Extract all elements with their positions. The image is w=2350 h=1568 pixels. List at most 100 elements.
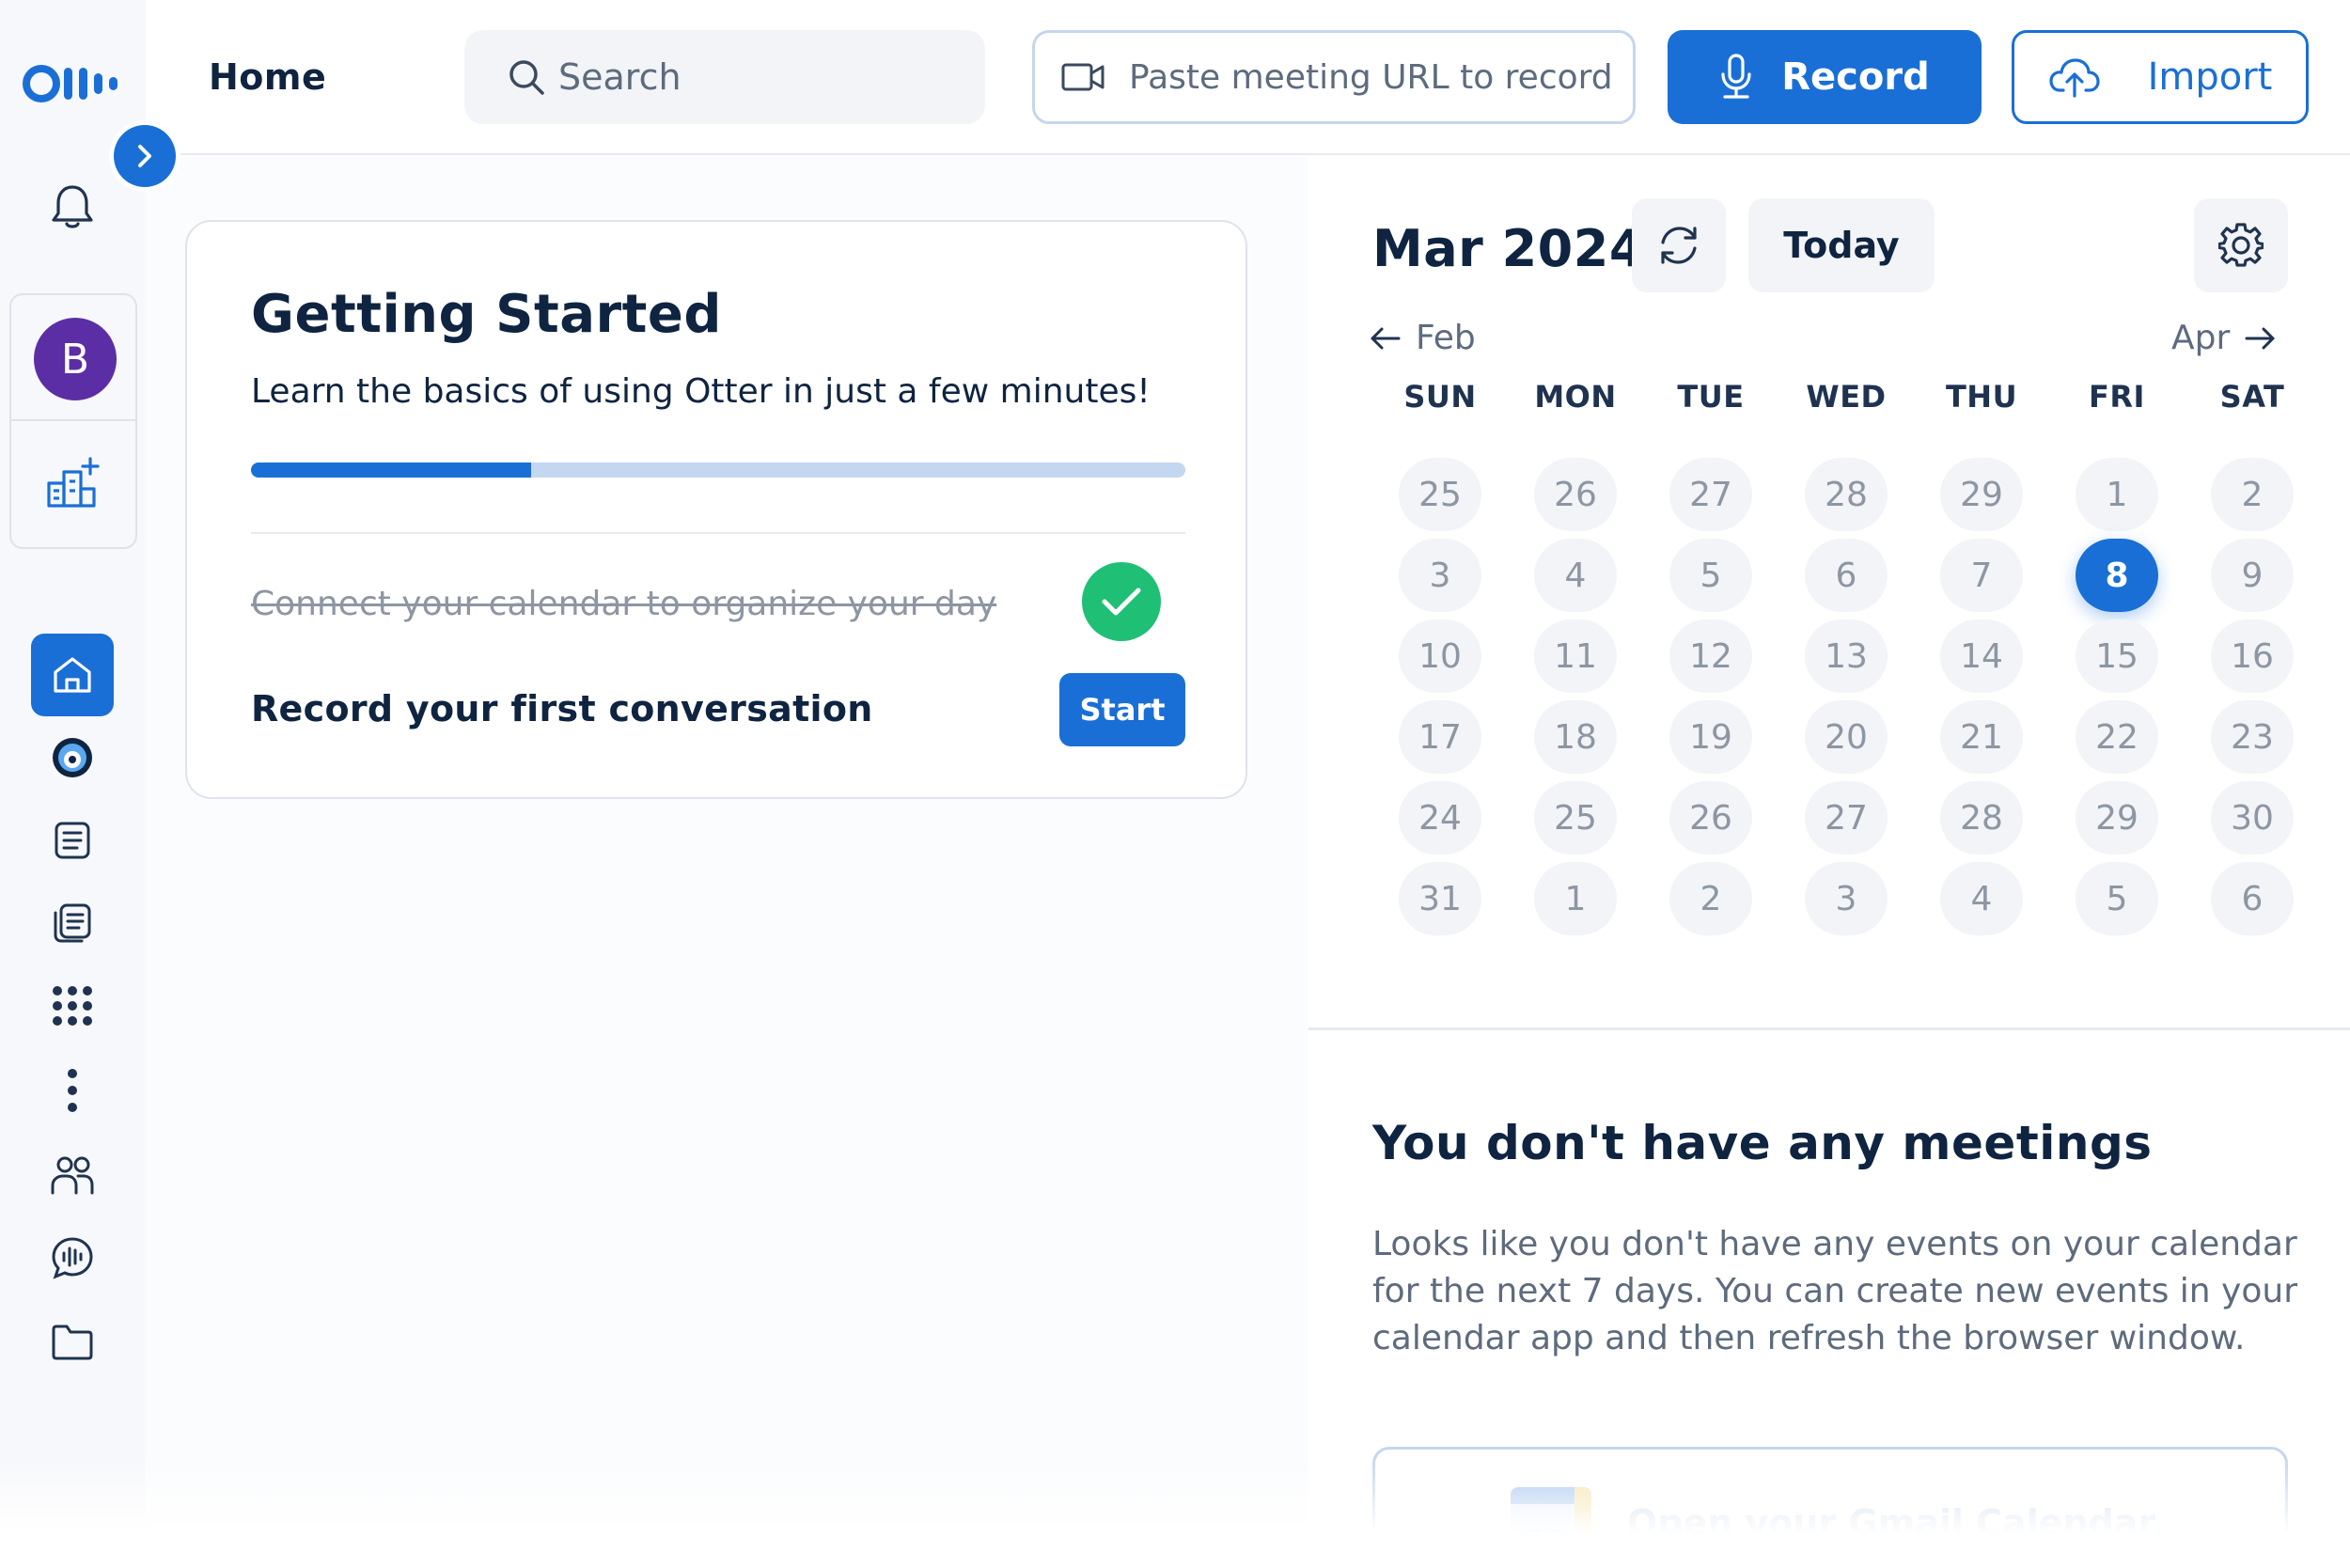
otter-logo[interactable] [23, 62, 126, 105]
import-button[interactable]: Import [2012, 30, 2309, 124]
calendar-settings-button[interactable] [2194, 198, 2288, 292]
calendar-day[interactable]: 3 [1805, 862, 1888, 935]
refresh-icon [1661, 227, 1697, 264]
calendar-grid: 25 26 27 28 29 1 2 3 4 5 6 7 8 9 10 11 12 13 14 15 16 17 18 19 2… [1372, 458, 2320, 943]
sidebar-item-more[interactable] [30, 1053, 115, 1128]
avatar[interactable]: B [34, 318, 117, 400]
video-camera-icon [1061, 63, 1104, 91]
previous-month-label: Feb [1416, 319, 1476, 357]
record-button-label: Record [1781, 55, 1930, 99]
page-title: Home [209, 56, 327, 98]
calendar-day[interactable]: 29 [2076, 781, 2158, 855]
calendar-day-selected[interactable]: 8 [2076, 539, 2158, 612]
calendar-day[interactable]: 19 [1669, 700, 1752, 774]
sidebar-item-conversations[interactable] [30, 886, 115, 961]
workspace-box: B [9, 293, 137, 549]
calendar-day[interactable]: 28 [1940, 781, 2023, 855]
next-month-link[interactable]: Apr [2171, 319, 2277, 357]
calendar-day[interactable]: 6 [1805, 539, 1888, 612]
expand-sidebar-button[interactable] [114, 125, 176, 187]
weekday-label: THU [1945, 379, 2018, 415]
calendar-day[interactable]: 15 [2076, 619, 2158, 693]
calendar-day[interactable]: 27 [1805, 781, 1888, 855]
calendar-day[interactable]: 21 [1940, 700, 2023, 774]
calendar-day[interactable]: 2 [1669, 862, 1752, 935]
avatar-letter: B [60, 335, 90, 384]
getting-started-subtitle: Learn the basics of using Otter in just … [251, 372, 1151, 411]
calendar-day[interactable]: 18 [1534, 700, 1617, 774]
calendar-day[interactable]: 29 [1940, 458, 2023, 531]
calendar-day[interactable]: 12 [1669, 619, 1752, 693]
sidebar-item-contacts[interactable] [30, 1137, 115, 1213]
more-vertical-icon [68, 1069, 77, 1112]
weekday-label: WED [1806, 379, 1887, 415]
apps-grid-icon [53, 986, 92, 1026]
no-meetings-description: Looks like you don't have any events on … [1372, 1225, 2297, 1357]
calendar-day[interactable]: 2 [2211, 458, 2294, 531]
calendar-day[interactable]: 17 [1399, 700, 1481, 774]
record-button[interactable]: Record [1668, 30, 1982, 124]
calendar-day[interactable]: 4 [1534, 539, 1617, 612]
calendar-day[interactable]: 25 [1399, 458, 1481, 531]
weekday-label: TUE [1677, 379, 1745, 415]
workspace-add-icon[interactable] [45, 457, 102, 513]
calendar-day[interactable]: 16 [2211, 619, 2294, 693]
calendar-day[interactable]: 9 [2211, 539, 2294, 612]
import-button-label: Import [2147, 55, 2273, 99]
calendar-day[interactable]: 25 [1534, 781, 1617, 855]
calendar-day[interactable]: 27 [1669, 458, 1752, 531]
calendar-day[interactable]: 28 [1805, 458, 1888, 531]
search-input[interactable] [558, 56, 953, 98]
sidebar-item-channels[interactable] [30, 1220, 115, 1295]
open-gmail-calendar-label: Open your Gmail Calendar [1627, 1502, 2156, 1544]
calendar-day[interactable]: 13 [1805, 619, 1888, 693]
calendar-day[interactable]: 5 [1669, 539, 1752, 612]
calendar-day[interactable]: 1 [2076, 458, 2158, 531]
calendar-day[interactable]: 4 [1940, 862, 2023, 935]
open-gmail-calendar-button[interactable]: 31 Open your Gmail Calendar [1372, 1447, 2288, 1568]
calendar-day[interactable]: 26 [1534, 458, 1617, 531]
previous-month-link[interactable]: Feb [1369, 319, 1476, 357]
sidebar-item-otter-chat[interactable] [30, 720, 115, 795]
start-button[interactable]: Start [1059, 673, 1185, 746]
gear-icon [2218, 223, 2264, 267]
meeting-url-box[interactable] [1032, 30, 1636, 124]
sidebar-item-home[interactable] [31, 634, 114, 716]
calendar-day[interactable]: 14 [1940, 619, 2023, 693]
getting-started-title: Getting Started [251, 284, 722, 345]
task-record-conversation: Record your first conversation [251, 688, 873, 729]
search-box[interactable] [464, 30, 985, 124]
calendar-day[interactable]: 30 [2211, 781, 2294, 855]
refresh-button[interactable] [1632, 198, 1726, 292]
panel-divider [1308, 1027, 2350, 1030]
calendar-day[interactable]: 20 [1805, 700, 1888, 774]
sidebar-item-notes[interactable] [30, 803, 115, 878]
getting-started-card: Getting Started Learn the basics of usin… [185, 220, 1247, 799]
calendar-day[interactable]: 3 [1399, 539, 1481, 612]
calendar-day[interactable]: 7 [1940, 539, 2023, 612]
calendar-day[interactable]: 5 [2076, 862, 2158, 935]
cloud-upload-icon [2049, 58, 2100, 98]
calendar-day[interactable]: 10 [1399, 619, 1481, 693]
calendar-month-title: Mar 2024 [1372, 219, 1645, 278]
folder-icon [52, 1325, 93, 1360]
today-button[interactable]: Today [1748, 198, 1935, 292]
calendar-day[interactable]: 22 [2076, 700, 2158, 774]
home-icon [54, 657, 91, 693]
calendar-day[interactable]: 1 [1534, 862, 1617, 935]
bell-icon[interactable] [30, 169, 115, 244]
google-calendar-icon: 31 [1511, 1487, 1591, 1568]
calendar-day[interactable]: 26 [1669, 781, 1752, 855]
people-icon [51, 1156, 94, 1195]
calendar-day[interactable]: 24 [1399, 781, 1481, 855]
calendar-day[interactable]: 23 [2211, 700, 2294, 774]
arrow-right-icon [2245, 327, 2275, 349]
calendar-day[interactable]: 31 [1399, 862, 1481, 935]
calendar-panel: Mar 2024 Today Feb Apr SUN MON TUE WED T… [1308, 157, 2350, 1568]
weekday-label: MON [1534, 379, 1617, 415]
meeting-url-input[interactable] [1129, 57, 1618, 97]
calendar-day[interactable]: 6 [2211, 862, 2294, 935]
sidebar-item-folders[interactable] [30, 1305, 115, 1380]
sidebar-item-apps[interactable] [30, 968, 115, 1043]
calendar-day[interactable]: 11 [1534, 619, 1617, 693]
